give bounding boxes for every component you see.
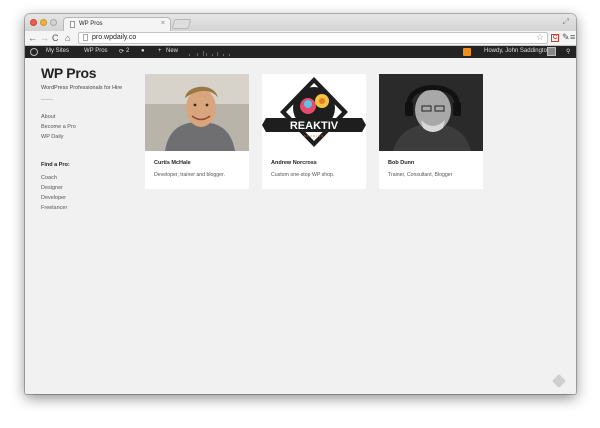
new-content-link[interactable]: New xyxy=(166,48,178,54)
pro-card[interactable]: REAKTIV STUDIOS Andrew Norcross Custom o… xyxy=(262,74,366,189)
wrench-icon[interactable]: ✎ xyxy=(562,32,570,43)
pro-bio: Custom one-stop WP shop. xyxy=(271,172,335,178)
my-sites-link[interactable]: My Sites xyxy=(46,48,69,54)
find-a-pro-heading: Find a Pro: xyxy=(41,162,70,168)
avatar[interactable] xyxy=(547,47,556,56)
wordpress-logo-icon[interactable] xyxy=(30,48,38,56)
back-button[interactable]: ← xyxy=(28,33,37,43)
reload-button[interactable]: C xyxy=(52,33,59,43)
pro-bio: Trainer, Consultant, Blogger xyxy=(388,172,453,178)
nav-about[interactable]: About xyxy=(41,112,76,122)
menu-icon[interactable]: ≡ xyxy=(570,32,575,42)
find-developer[interactable]: Developer xyxy=(41,193,67,203)
tab-title: WP Pros xyxy=(79,21,103,27)
stats-sparkline[interactable] xyxy=(187,50,232,56)
updates-count[interactable]: 2 xyxy=(126,48,129,54)
profile-photo[interactable] xyxy=(145,74,249,151)
browser-window: WP Pros × ⤢ ← → C ⌂ pro.wpdaily.co ☆ C ✎… xyxy=(25,14,576,394)
extension-icon[interactable]: C xyxy=(551,34,559,42)
page-content: WP Pros WordPress Professionals for Hire… xyxy=(25,58,576,394)
main-nav: About Become a Pro WP Daily xyxy=(41,112,76,142)
pro-card[interactable]: Bob Dunn Trainer, Consultant, Blogger xyxy=(379,74,483,189)
forward-button[interactable]: → xyxy=(40,33,49,43)
search-icon[interactable]: ⚲ xyxy=(566,48,570,55)
browser-toolbar: ← → C ⌂ pro.wpdaily.co ☆ C ✎ ≡ xyxy=(25,31,576,46)
pro-name[interactable]: Andrew Norcross xyxy=(271,160,317,166)
pro-name[interactable]: Bob Dunn xyxy=(388,160,414,166)
divider xyxy=(41,99,53,100)
new-icon[interactable]: + xyxy=(158,48,162,54)
close-window-button[interactable] xyxy=(30,19,37,26)
find-a-pro-list: Coach Designer Developer Freelancer xyxy=(41,173,67,213)
minimize-window-button[interactable] xyxy=(40,19,47,26)
pro-bio: Developer, trainer and blogger. xyxy=(154,172,225,178)
page-icon xyxy=(83,34,88,41)
pro-name[interactable]: Curtis McHale xyxy=(154,160,191,166)
document-icon xyxy=(70,21,75,28)
url-text[interactable]: pro.wpdaily.co xyxy=(92,34,136,41)
comments-icon[interactable]: ● xyxy=(141,48,145,54)
account-greeting[interactable]: Howdy, John Saddington xyxy=(484,48,550,54)
tab-close-icon[interactable]: × xyxy=(161,20,165,27)
nav-wp-daily[interactable]: WP Daily xyxy=(41,132,76,142)
find-designer[interactable]: Designer xyxy=(41,183,67,193)
profile-photo[interactable] xyxy=(379,74,483,151)
new-tab-button[interactable] xyxy=(171,19,192,29)
logo-subtitle: STUDIOS xyxy=(304,134,324,138)
site-description: WordPress Professionals for Hire xyxy=(41,85,123,91)
tab-wp-pros[interactable]: WP Pros × xyxy=(63,17,171,31)
wp-admin-bar: My Sites WP Pros ⟳ 2 ● + New Howdy, John… xyxy=(25,46,576,58)
bookmark-star-icon[interactable]: ☆ xyxy=(536,32,544,43)
address-bar[interactable]: pro.wpdaily.co ☆ xyxy=(78,32,548,44)
site-title[interactable]: WP Pros xyxy=(41,65,97,81)
pro-card[interactable]: Curtis McHale Developer, trainer and blo… xyxy=(145,74,249,189)
fullscreen-icon[interactable]: ⤢ xyxy=(563,17,569,27)
notifications-icon[interactable] xyxy=(463,48,471,56)
find-freelancer[interactable]: Freelancer xyxy=(41,203,67,213)
tab-strip: WP Pros × ⤢ xyxy=(25,14,576,31)
logo-wordmark: REAKTIV xyxy=(290,120,339,132)
home-button[interactable]: ⌂ xyxy=(65,33,70,43)
maximize-window-button[interactable] xyxy=(50,19,57,26)
updates-icon[interactable]: ⟳ xyxy=(119,48,124,55)
site-name-link[interactable]: WP Pros xyxy=(84,48,108,54)
nav-become-a-pro[interactable]: Become a Pro xyxy=(41,122,76,132)
sharing-icon[interactable] xyxy=(551,373,567,389)
find-coach[interactable]: Coach xyxy=(41,173,67,183)
company-logo[interactable]: REAKTIV STUDIOS xyxy=(262,74,366,151)
